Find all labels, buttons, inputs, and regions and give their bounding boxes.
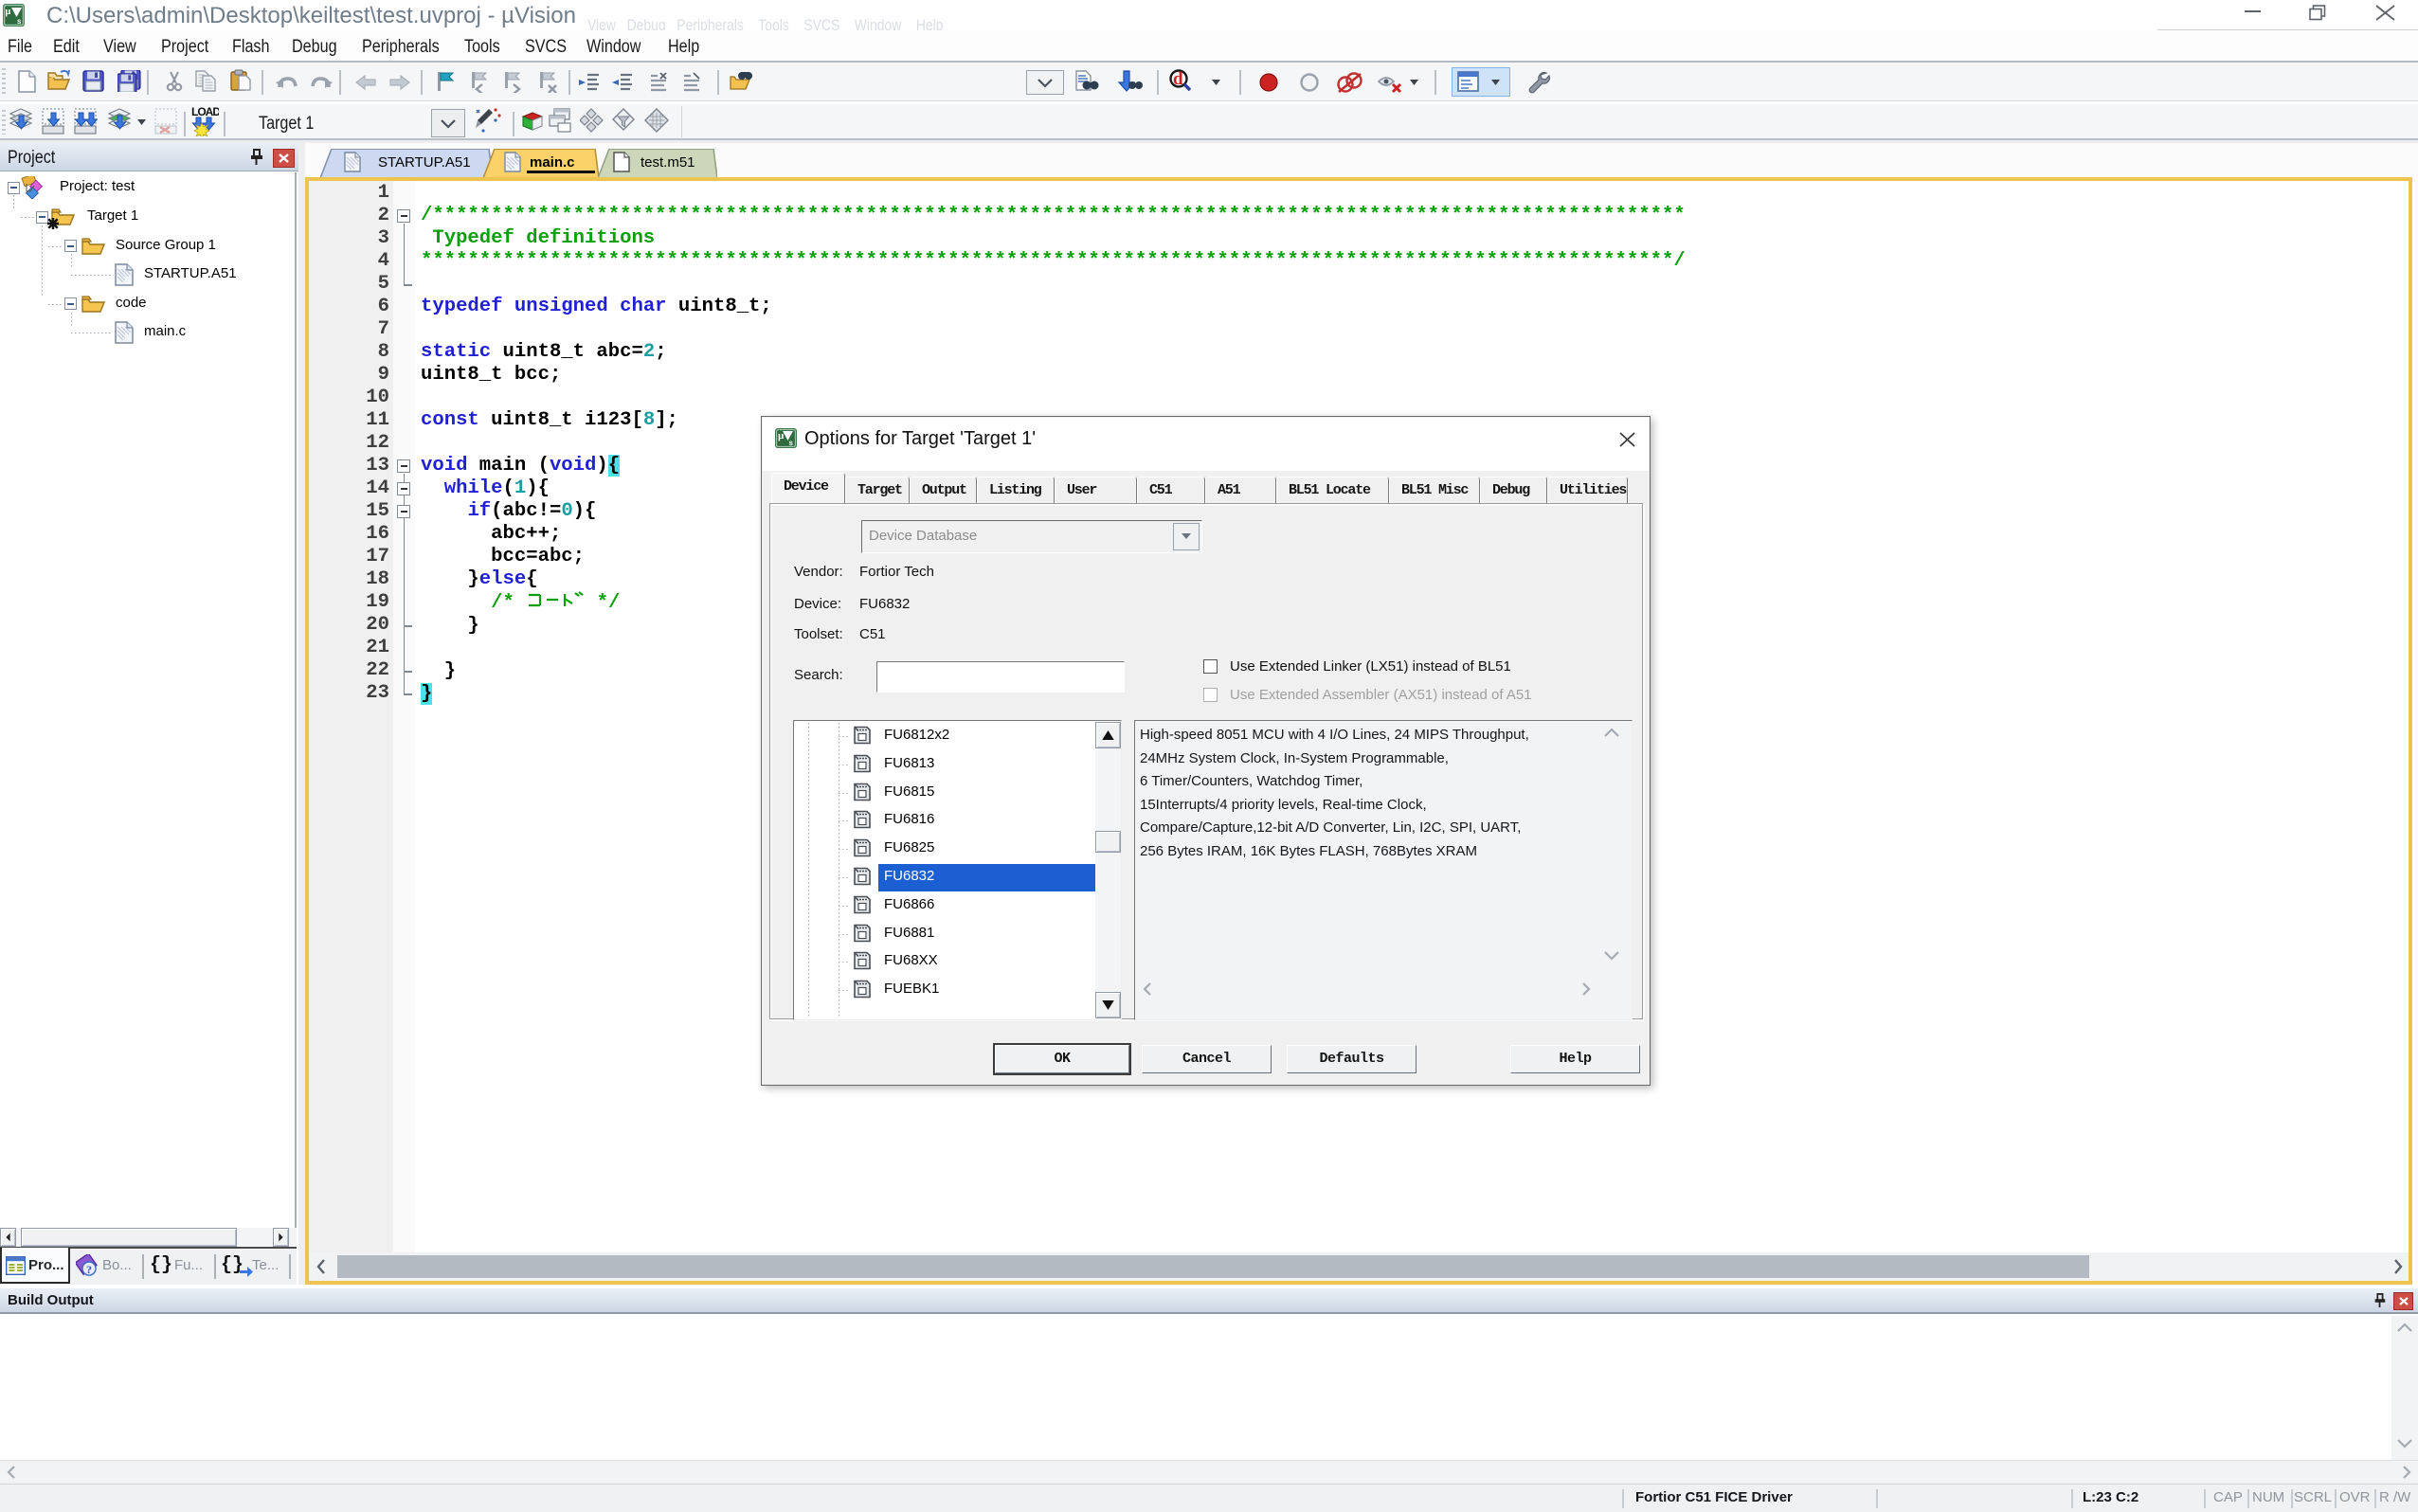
svg-text:?: ? [86,1263,92,1276]
svg-text:s: s [789,439,794,447]
svg-text:s: s [17,17,22,26]
svg-text:µ: µ [6,7,11,17]
svg-text:LOAD: LOAD [191,106,219,118]
svg-text:d: d [1173,69,1183,89]
